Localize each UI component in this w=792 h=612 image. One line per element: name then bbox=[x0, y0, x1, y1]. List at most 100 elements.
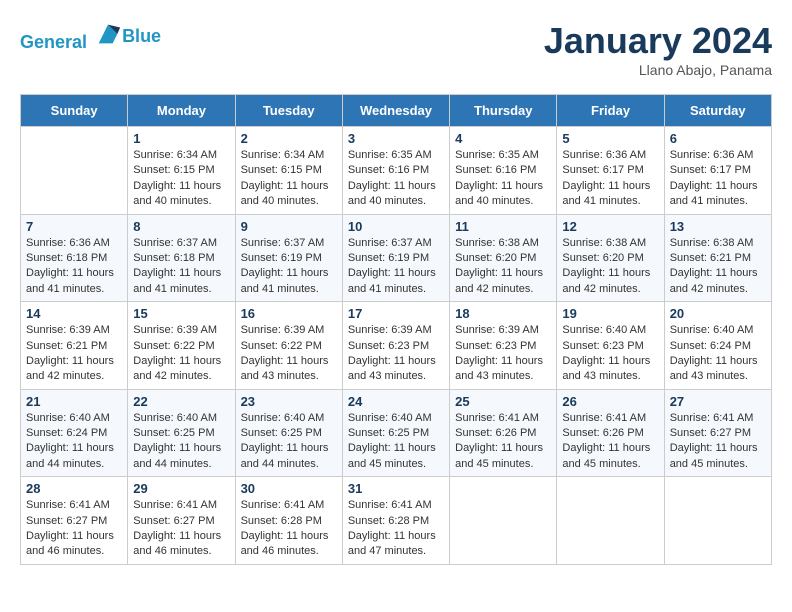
day-number: 23 bbox=[241, 394, 337, 409]
calendar-cell: 11 Sunrise: 6:38 AMSunset: 6:20 PMDayligh… bbox=[450, 214, 557, 302]
day-info: Sunrise: 6:36 AMSunset: 6:17 PMDaylight:… bbox=[670, 148, 766, 210]
day-info: Sunrise: 6:40 AMSunset: 6:25 PMDaylight:… bbox=[241, 411, 337, 473]
day-number: 20 bbox=[670, 306, 766, 321]
day-number: 1 bbox=[133, 131, 229, 146]
day-number: 27 bbox=[670, 394, 766, 409]
days-header-row: SundayMondayTuesdayWednesdayThursdayFrid… bbox=[21, 95, 772, 127]
calendar-cell: 13Sunrise: 6:38 AMSunset: 6:21 PMDayligh… bbox=[664, 214, 771, 302]
day-info: Sunrise: 6:39 AMSunset: 6:21 PMDaylight:… bbox=[26, 323, 122, 385]
day-number: 29 bbox=[133, 481, 229, 496]
day-info: Sunrise: 6:40 AMSunset: 6:24 PMDaylight:… bbox=[26, 411, 122, 473]
day-number: 10 bbox=[348, 219, 444, 234]
calendar-table: SundayMondayTuesdayWednesdayThursdayFrid… bbox=[20, 94, 772, 565]
day-info: Sunrise: 6:38 AMSunset: 6:20 PMDaylight:… bbox=[562, 236, 658, 298]
calendar-cell: 23 Sunrise: 6:40 AMSunset: 6:25 PMDayligh… bbox=[235, 389, 342, 477]
location: Llano Abajo, Panama bbox=[544, 62, 772, 78]
day-number: 30 bbox=[241, 481, 337, 496]
day-number: 6 bbox=[670, 131, 766, 146]
day-number: 11 bbox=[455, 219, 551, 234]
day-info: Sunrise: 6:41 AMSunset: 6:26 PMDaylight:… bbox=[455, 411, 551, 473]
day-info: Sunrise: 6:36 AMSunset: 6:18 PMDaylight:… bbox=[26, 236, 122, 298]
calendar-cell: 5 Sunrise: 6:36 AMSunset: 6:17 PMDaylight… bbox=[557, 127, 664, 215]
week-row-1: 1 Sunrise: 6:34 AMSunset: 6:15 PMDaylight… bbox=[21, 127, 772, 215]
day-header-tuesday: Tuesday bbox=[235, 95, 342, 127]
day-number: 22 bbox=[133, 394, 229, 409]
day-info: Sunrise: 6:35 AMSunset: 6:16 PMDaylight:… bbox=[348, 148, 444, 210]
calendar-cell: 29 Sunrise: 6:41 AMSunset: 6:27 PMDayligh… bbox=[128, 477, 235, 565]
day-info: Sunrise: 6:41 AMSunset: 6:27 PMDaylight:… bbox=[133, 498, 229, 560]
calendar-cell: 19 Sunrise: 6:40 AMSunset: 6:23 PMDayligh… bbox=[557, 302, 664, 390]
calendar-cell bbox=[557, 477, 664, 565]
day-info: Sunrise: 6:40 AMSunset: 6:25 PMDaylight:… bbox=[348, 411, 444, 473]
calendar-cell: 10 Sunrise: 6:37 AMSunset: 6:19 PMDayligh… bbox=[342, 214, 449, 302]
day-number: 13 bbox=[670, 219, 766, 234]
day-info: Sunrise: 6:40 AMSunset: 6:24 PMDaylight:… bbox=[670, 323, 766, 385]
calendar-cell: 8Sunrise: 6:37 AMSunset: 6:18 PMDaylight… bbox=[128, 214, 235, 302]
day-info: Sunrise: 6:37 AMSunset: 6:19 PMDaylight:… bbox=[241, 236, 337, 298]
day-number: 17 bbox=[348, 306, 444, 321]
day-number: 3 bbox=[348, 131, 444, 146]
day-info: Sunrise: 6:39 AMSunset: 6:22 PMDaylight:… bbox=[133, 323, 229, 385]
month-title: January 2024 bbox=[544, 20, 772, 62]
day-info: Sunrise: 6:41 AMSunset: 6:27 PMDaylight:… bbox=[670, 411, 766, 473]
calendar-cell: 9 Sunrise: 6:37 AMSunset: 6:19 PMDaylight… bbox=[235, 214, 342, 302]
calendar-cell: 12 Sunrise: 6:38 AMSunset: 6:20 PMDayligh… bbox=[557, 214, 664, 302]
day-number: 2 bbox=[241, 131, 337, 146]
week-row-5: 28 Sunrise: 6:41 AMSunset: 6:27 PMDayligh… bbox=[21, 477, 772, 565]
day-info: Sunrise: 6:39 AMSunset: 6:22 PMDaylight:… bbox=[241, 323, 337, 385]
logo-icon bbox=[94, 20, 122, 48]
day-header-monday: Monday bbox=[128, 95, 235, 127]
day-info: Sunrise: 6:39 AMSunset: 6:23 PMDaylight:… bbox=[455, 323, 551, 385]
day-number: 19 bbox=[562, 306, 658, 321]
calendar-cell: 21 Sunrise: 6:40 AMSunset: 6:24 PMDayligh… bbox=[21, 389, 128, 477]
calendar-cell: 4Sunrise: 6:35 AMSunset: 6:16 PMDaylight… bbox=[450, 127, 557, 215]
calendar-cell: 6 Sunrise: 6:36 AMSunset: 6:17 PMDaylight… bbox=[664, 127, 771, 215]
day-number: 18 bbox=[455, 306, 551, 321]
day-number: 7 bbox=[26, 219, 122, 234]
week-row-2: 7 Sunrise: 6:36 AMSunset: 6:18 PMDaylight… bbox=[21, 214, 772, 302]
day-number: 9 bbox=[241, 219, 337, 234]
day-info: Sunrise: 6:40 AMSunset: 6:25 PMDaylight:… bbox=[133, 411, 229, 473]
day-number: 15 bbox=[133, 306, 229, 321]
day-info: Sunrise: 6:34 AMSunset: 6:15 PMDaylight:… bbox=[241, 148, 337, 210]
day-number: 5 bbox=[562, 131, 658, 146]
day-info: Sunrise: 6:41 AMSunset: 6:26 PMDaylight:… bbox=[562, 411, 658, 473]
calendar-cell bbox=[664, 477, 771, 565]
day-header-friday: Friday bbox=[557, 95, 664, 127]
day-info: Sunrise: 6:41 AMSunset: 6:27 PMDaylight:… bbox=[26, 498, 122, 560]
day-info: Sunrise: 6:37 AMSunset: 6:18 PMDaylight:… bbox=[133, 236, 229, 298]
title-block: January 2024 Llano Abajo, Panama bbox=[544, 20, 772, 78]
day-info: Sunrise: 6:41 AMSunset: 6:28 PMDaylight:… bbox=[241, 498, 337, 560]
day-number: 24 bbox=[348, 394, 444, 409]
logo-text2: Blue bbox=[122, 27, 161, 47]
day-info: Sunrise: 6:39 AMSunset: 6:23 PMDaylight:… bbox=[348, 323, 444, 385]
calendar-cell: 14Sunrise: 6:39 AMSunset: 6:21 PMDayligh… bbox=[21, 302, 128, 390]
day-header-thursday: Thursday bbox=[450, 95, 557, 127]
calendar-cell: 31Sunrise: 6:41 AMSunset: 6:28 PMDayligh… bbox=[342, 477, 449, 565]
logo: General Blue bbox=[20, 20, 161, 53]
day-info: Sunrise: 6:38 AMSunset: 6:20 PMDaylight:… bbox=[455, 236, 551, 298]
week-row-4: 21 Sunrise: 6:40 AMSunset: 6:24 PMDayligh… bbox=[21, 389, 772, 477]
calendar-cell: 26Sunrise: 6:41 AMSunset: 6:26 PMDayligh… bbox=[557, 389, 664, 477]
day-info: Sunrise: 6:40 AMSunset: 6:23 PMDaylight:… bbox=[562, 323, 658, 385]
day-header-sunday: Sunday bbox=[21, 95, 128, 127]
calendar-cell: 16Sunrise: 6:39 AMSunset: 6:22 PMDayligh… bbox=[235, 302, 342, 390]
day-info: Sunrise: 6:36 AMSunset: 6:17 PMDaylight:… bbox=[562, 148, 658, 210]
page-header: General Blue January 2024 Llano Abajo, P… bbox=[20, 20, 772, 78]
day-number: 12 bbox=[562, 219, 658, 234]
calendar-cell: 18 Sunrise: 6:39 AMSunset: 6:23 PMDayligh… bbox=[450, 302, 557, 390]
calendar-cell: 28 Sunrise: 6:41 AMSunset: 6:27 PMDayligh… bbox=[21, 477, 128, 565]
calendar-cell: 24 Sunrise: 6:40 AMSunset: 6:25 PMDayligh… bbox=[342, 389, 449, 477]
calendar-cell: 1Sunrise: 6:34 AMSunset: 6:15 PMDaylight… bbox=[128, 127, 235, 215]
calendar-cell: 3 Sunrise: 6:35 AMSunset: 6:16 PMDaylight… bbox=[342, 127, 449, 215]
day-number: 21 bbox=[26, 394, 122, 409]
calendar-cell: 2 Sunrise: 6:34 AMSunset: 6:15 PMDaylight… bbox=[235, 127, 342, 215]
day-header-wednesday: Wednesday bbox=[342, 95, 449, 127]
calendar-cell: 17 Sunrise: 6:39 AMSunset: 6:23 PMDayligh… bbox=[342, 302, 449, 390]
calendar-cell: 30 Sunrise: 6:41 AMSunset: 6:28 PMDayligh… bbox=[235, 477, 342, 565]
day-info: Sunrise: 6:37 AMSunset: 6:19 PMDaylight:… bbox=[348, 236, 444, 298]
day-number: 28 bbox=[26, 481, 122, 496]
calendar-cell: 7 Sunrise: 6:36 AMSunset: 6:18 PMDaylight… bbox=[21, 214, 128, 302]
day-number: 31 bbox=[348, 481, 444, 496]
day-number: 25 bbox=[455, 394, 551, 409]
